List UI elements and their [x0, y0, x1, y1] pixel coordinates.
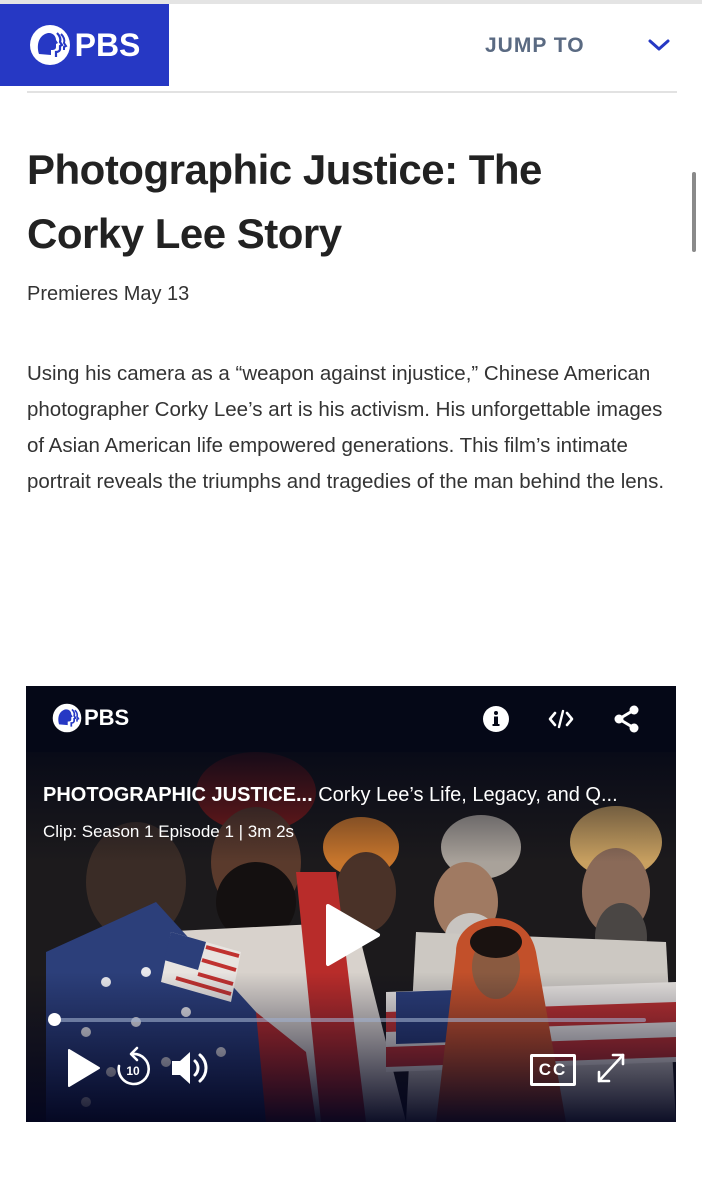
premiere-date: Premieres May 13 — [27, 283, 190, 305]
big-play-icon[interactable] — [322, 902, 382, 968]
player-pbs-logo[interactable]: PBS — [52, 703, 129, 733]
video-player: PBS PHOTOGRAPHIC JUSTICE... Corky Lee’s … — [26, 686, 676, 1122]
page-scrollbar[interactable] — [692, 172, 696, 252]
progress-scrubber[interactable] — [48, 1013, 61, 1026]
share-icon[interactable] — [612, 704, 642, 734]
page-title: Photographic Justice: The Corky Lee Stor… — [27, 146, 542, 257]
video-overlay-top — [26, 752, 676, 862]
cc-label: CC — [538, 1060, 568, 1079]
pbs-wordmark: PBS — [74, 26, 141, 63]
show-title: PHOTOGRAPHIC JUSTICE... — [43, 784, 313, 806]
rewind-10-icon[interactable]: 10 — [114, 1044, 152, 1088]
pbs-head-icon — [29, 25, 70, 65]
episode-title: Corky Lee’s Life, Legacy, and Q... — [318, 784, 618, 806]
header-divider — [27, 91, 677, 93]
jump-to-button[interactable]: JUMP TO — [485, 34, 585, 58]
player-toolbar: PBS — [26, 686, 676, 752]
video-thumbnail[interactable]: PHOTOGRAPHIC JUSTICE... Corky Lee’s Life… — [26, 752, 676, 1122]
progress-bar[interactable] — [48, 1013, 646, 1026]
show-description: Using his camera as a “weapon against in… — [27, 362, 665, 493]
closed-captions-button[interactable]: CC — [530, 1054, 576, 1086]
volume-icon[interactable] — [170, 1048, 212, 1088]
fullscreen-icon[interactable] — [594, 1050, 628, 1086]
pbs-head-icon — [52, 703, 82, 733]
chevron-down-icon[interactable] — [646, 34, 672, 56]
clip-meta: Clip: Season 1 Episode 1 | 3m 2s — [43, 822, 295, 841]
site-header: PBS JUMP TO — [0, 4, 702, 86]
embed-code-icon[interactable] — [546, 704, 576, 734]
info-icon[interactable] — [481, 704, 511, 734]
play-icon[interactable] — [66, 1048, 102, 1088]
rewind-seconds: 10 — [126, 1064, 140, 1078]
clip-title: PHOTOGRAPHIC JUSTICE... Corky Lee’s Life… — [43, 784, 663, 807]
pbs-logo-link[interactable]: PBS — [0, 4, 169, 86]
player-pbs-wordmark: PBS — [84, 705, 130, 730]
